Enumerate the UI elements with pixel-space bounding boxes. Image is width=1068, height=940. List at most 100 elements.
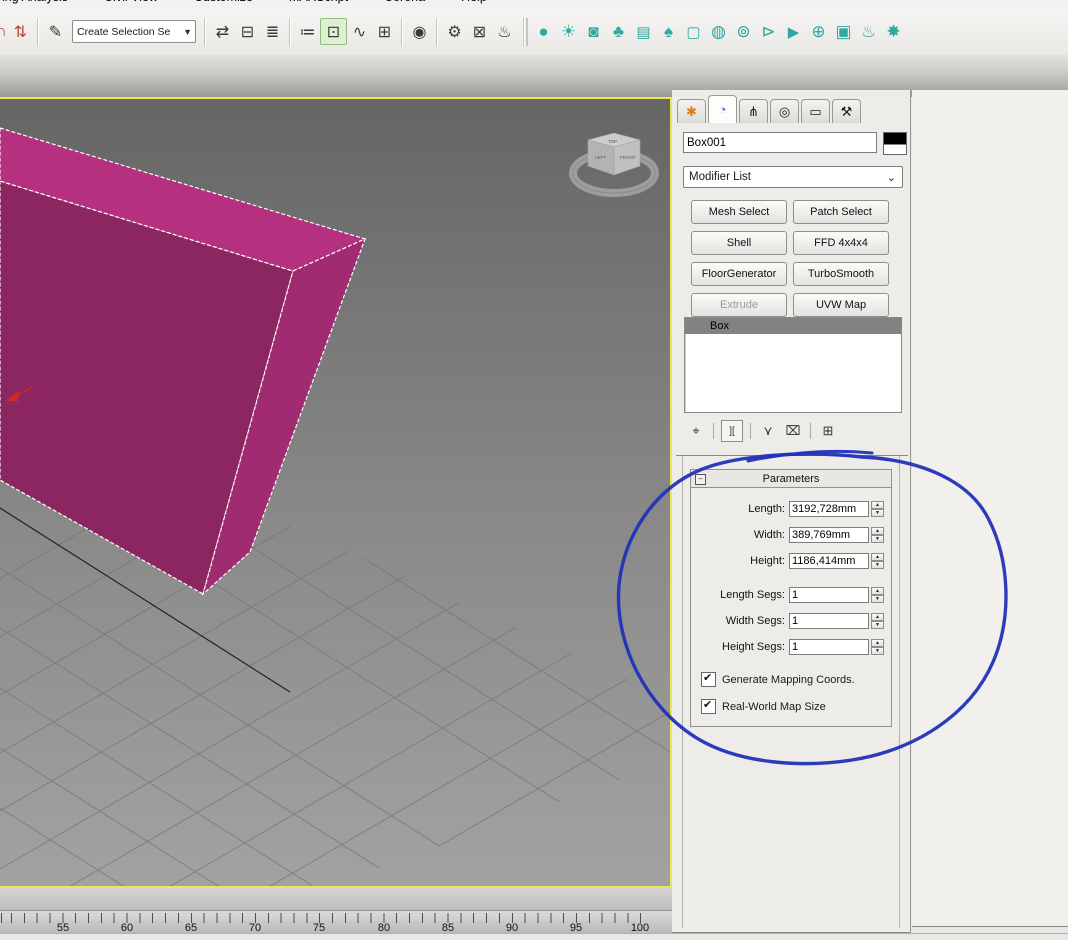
render-setup-icon[interactable]: ⚙ xyxy=(442,19,467,44)
length-segs-field[interactable] xyxy=(789,587,869,603)
menu-item-lighting-analysis[interactable]: ing Analysis xyxy=(2,0,68,4)
corona-scatter-icon[interactable]: ◍ xyxy=(706,19,731,44)
width-label: Width: xyxy=(753,529,785,541)
viewcube-front-label[interactable]: FRONT xyxy=(620,155,636,160)
turbosmooth-button[interactable]: TurboSmooth xyxy=(793,262,889,286)
material-editor-icon[interactable]: ◉ xyxy=(407,19,432,44)
parameters-rollout-header[interactable]: – Parameters xyxy=(691,470,891,488)
tab-create[interactable]: ✱ xyxy=(677,99,706,123)
toolbar-separator xyxy=(37,17,39,46)
length-segs-spinner[interactable]: ▲ ▼ xyxy=(871,587,884,603)
length-field[interactable] xyxy=(789,501,869,517)
width-segs-label: Width Segs: xyxy=(725,615,785,627)
tab-display[interactable]: ▭ xyxy=(801,99,830,123)
schematic-view-icon[interactable]: ⊞ xyxy=(372,19,397,44)
mesh-select-button[interactable]: Mesh Select xyxy=(691,200,787,224)
height-segs-spinner[interactable]: ▲ ▼ xyxy=(871,639,884,655)
remove-modifier-icon[interactable]: ⌧ xyxy=(783,421,803,441)
forest-scatter-icon[interactable]: ♣ xyxy=(606,19,631,44)
forest-library-icon[interactable]: ▤ xyxy=(631,19,656,44)
height-field[interactable] xyxy=(789,553,869,569)
width-segs-field[interactable] xyxy=(789,613,869,629)
corona-bulb-icon[interactable]: ✸ xyxy=(881,19,906,44)
tab-utilities[interactable]: ⚒ xyxy=(832,99,861,123)
viewcube-top-label[interactable]: TOP xyxy=(608,139,617,144)
menu-item-civil-view[interactable]: Civil View xyxy=(104,0,158,4)
stack-toolbar-separator xyxy=(713,423,714,439)
quick-render-icon[interactable]: ♨ xyxy=(492,19,517,44)
spinner-snap-icon[interactable]: ⇅ xyxy=(8,19,33,44)
menu-item-customize[interactable]: Customize xyxy=(194,0,253,4)
length-segs-label: Length Segs: xyxy=(720,589,785,601)
collapse-icon[interactable]: – xyxy=(695,474,706,485)
angle-snap-icon[interactable]: ∩ xyxy=(0,19,8,44)
tab-motion[interactable]: ◎ xyxy=(770,99,799,123)
patch-select-button[interactable]: Patch Select xyxy=(793,200,889,224)
menu-item-corona[interactable]: Corona xyxy=(384,0,425,4)
corona-sun-icon[interactable]: ☀ xyxy=(556,19,581,44)
chevron-down-icon: ▼ xyxy=(183,26,192,37)
floorgenerator-button[interactable]: FloorGenerator xyxy=(691,262,787,286)
width-segs-spinner[interactable]: ▲ ▼ xyxy=(871,613,884,629)
named-selection-set-combo[interactable]: Create Selection Se ▼ xyxy=(72,20,196,43)
named-selection-set-value: Create Selection Se xyxy=(77,25,171,38)
3dsmax-window: ing Analysis Civil View Customize MAXScr… xyxy=(0,0,1068,940)
length-spinner[interactable]: ▲ ▼ xyxy=(871,501,884,517)
command-panel-extension xyxy=(912,90,1068,927)
toolbar-separator xyxy=(401,17,403,46)
configure-modifier-sets-icon[interactable]: ⊞ xyxy=(818,421,838,441)
height-spinner[interactable]: ▲ ▼ xyxy=(871,553,884,569)
edit-named-selection-sets-icon[interactable]: ✎ xyxy=(43,19,68,44)
width-field[interactable] xyxy=(789,527,869,543)
corona-interactive-icon[interactable]: ▶ xyxy=(781,19,806,44)
stack-item-box[interactable]: Box xyxy=(685,318,901,334)
command-panel-tabs: ✱ ◔ ⋔ ◎ ▭ ⚒ xyxy=(677,95,863,123)
menu-item-help[interactable]: Help xyxy=(461,0,487,4)
uvw-map-button[interactable]: UVW Map xyxy=(793,293,889,317)
show-end-result-icon[interactable]: ][ xyxy=(721,420,743,442)
layer-manager-icon[interactable]: ≣ xyxy=(260,19,285,44)
object-name-field[interactable] xyxy=(683,132,877,153)
make-unique-icon[interactable]: ⋎ xyxy=(758,421,778,441)
modifier-stack[interactable]: Box xyxy=(684,317,902,413)
modifier-list-label: Modifier List xyxy=(689,171,751,183)
viewcube-left-label[interactable]: LEFT xyxy=(595,155,606,160)
ffd-4x4x4-button[interactable]: FFD 4x4x4 xyxy=(793,231,889,255)
rendered-frame-window-icon[interactable]: ⊠ xyxy=(467,19,492,44)
menu-item-maxscript[interactable]: MAXScript xyxy=(289,0,348,4)
corona-render-icon[interactable]: ♨ xyxy=(856,19,881,44)
object-color-swatch[interactable] xyxy=(883,132,907,155)
length-label: Length: xyxy=(748,503,785,515)
corona-light-icon[interactable]: ● xyxy=(531,19,556,44)
generate-mapping-coords-checkbox[interactable] xyxy=(701,671,716,687)
align-icon[interactable]: ⊟ xyxy=(235,19,260,44)
corona-camera-add-icon[interactable]: ⊕ xyxy=(806,19,831,44)
track-bar[interactable]: 55 60 65 70 75 80 85 90 95 100 xyxy=(0,911,672,935)
width-spinner[interactable]: ▲ ▼ xyxy=(871,527,884,543)
shell-button[interactable]: Shell xyxy=(691,231,787,255)
corona-camera-icon[interactable]: ◙ xyxy=(581,19,606,44)
corona-vfb-icon[interactable]: ▣ xyxy=(831,19,856,44)
pin-stack-icon[interactable]: ⌖ xyxy=(686,421,706,441)
parameters-rollout: – Parameters Length: ▲▼ Width: ▲▼ xyxy=(690,469,892,727)
time-slider-strip[interactable] xyxy=(0,888,672,911)
viewport-canvas[interactable]: TOP LEFT FRONT xyxy=(0,99,670,886)
height-segs-field[interactable] xyxy=(789,639,869,655)
height-segs-label: Height Segs: xyxy=(722,641,785,653)
curve-editor-icon[interactable]: ∿ xyxy=(347,19,372,44)
tab-hierarchy[interactable]: ⋔ xyxy=(739,99,768,123)
forest-tree-icon[interactable]: ♠ xyxy=(656,19,681,44)
menu-bar: ing Analysis Civil View Customize MAXScr… xyxy=(0,0,1068,8)
toolbar-separator xyxy=(289,17,291,46)
extrude-button[interactable]: Extrude xyxy=(691,293,787,317)
corona-proxy-icon[interactable]: ⊳ xyxy=(756,19,781,44)
perspective-viewport[interactable]: TOP LEFT FRONT xyxy=(0,97,672,888)
explorer-open-icon[interactable]: ⊡ xyxy=(320,18,347,45)
mirror-icon[interactable]: ⇄ xyxy=(210,19,235,44)
scene-explorer-icon[interactable]: ≔ xyxy=(295,19,320,44)
corona-material-icon[interactable]: ⊚ xyxy=(731,19,756,44)
modifier-list-dropdown[interactable]: Modifier List ⌄ xyxy=(683,166,903,188)
tab-modify[interactable]: ◔ xyxy=(708,95,737,123)
real-world-map-size-checkbox[interactable] xyxy=(701,698,716,714)
forest-object-icon[interactable]: ▢ xyxy=(681,19,706,44)
